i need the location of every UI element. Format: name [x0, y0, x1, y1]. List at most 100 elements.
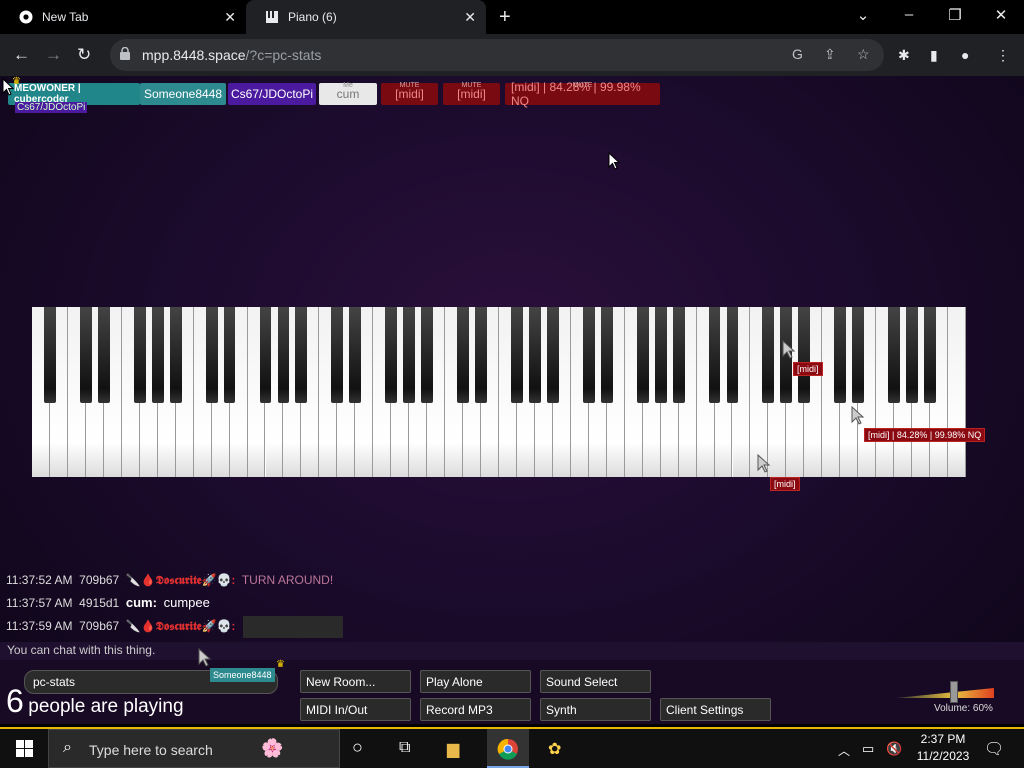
chat-message: 11:37:52 AM 709b67 🔪🩸𝕯𝖔𝖘𝖈𝖚𝖗𝖎𝖙𝖊🚀💀: TURN A…	[6, 573, 333, 588]
browser-toolbar: ← → ↻ mpp.8448.space/?c=pc-stats G ⇪ ☆ ✱…	[0, 34, 1024, 76]
piano-keyboard[interactable]	[32, 307, 966, 477]
windows-start-icon[interactable]	[16, 740, 33, 757]
black-key[interactable]	[331, 307, 344, 403]
bookmark-star-icon[interactable]: ☆	[857, 46, 870, 63]
address-bar[interactable]: mpp.8448.space/?c=pc-stats G ⇪ ☆	[110, 39, 884, 71]
black-key[interactable]	[798, 307, 811, 403]
reload-icon[interactable]: ↻	[77, 45, 91, 65]
forward-icon[interactable]: →	[45, 45, 62, 65]
user-someone8448[interactable]: Someone8448	[140, 83, 226, 105]
black-key[interactable]	[672, 307, 685, 403]
restore-icon[interactable]: ❐	[944, 6, 966, 24]
user-midi-1[interactable]: MUTE [midi]	[381, 82, 438, 105]
user-cum[interactable]: Me cum	[319, 82, 377, 105]
black-key[interactable]	[654, 307, 667, 403]
black-key[interactable]	[636, 307, 649, 403]
clock-time: 2:37 PM	[920, 732, 966, 746]
play-alone-button[interactable]: Play Alone	[420, 670, 531, 693]
app-bee-icon[interactable]: ✿	[548, 739, 561, 759]
black-key[interactable]	[97, 307, 110, 403]
user-name: [midi]	[457, 87, 486, 101]
search-placeholder: Type here to search	[89, 742, 213, 758]
mouse-cursor-icon	[608, 152, 620, 170]
black-key[interactable]	[403, 307, 416, 403]
black-key[interactable]	[349, 307, 362, 403]
black-key[interactable]	[295, 307, 308, 403]
tab-search-chevron-icon[interactable]: ⌄	[852, 6, 874, 24]
black-key[interactable]	[852, 307, 865, 403]
black-key[interactable]	[151, 307, 164, 403]
extensions-icon[interactable]: ✱	[898, 47, 910, 64]
white-key[interactable]	[948, 307, 966, 477]
chrome-taskbar-button[interactable]	[487, 729, 529, 768]
side-panel-icon[interactable]: ▮	[930, 47, 938, 64]
black-key[interactable]	[259, 307, 272, 403]
black-key[interactable]	[546, 307, 559, 403]
search-icon: ⌕	[63, 739, 72, 756]
minimize-icon[interactable]: –	[898, 6, 920, 23]
clock[interactable]: 2:37 PM 11/2/2023	[914, 732, 972, 763]
profile-icon[interactable]: ●	[961, 47, 969, 63]
tab-new-tab[interactable]: New Tab ✕	[0, 0, 246, 34]
black-key[interactable]	[475, 307, 487, 403]
people-text: people are playing	[28, 696, 184, 717]
file-explorer-icon[interactable]: ▆	[447, 739, 459, 759]
user-cs67[interactable]: Cs67/JDOctoPi	[228, 83, 316, 105]
client-settings-button[interactable]: Client Settings	[660, 698, 771, 721]
volume-knob[interactable]	[950, 681, 958, 703]
close-tab-icon[interactable]: ✕	[464, 9, 476, 26]
black-key[interactable]	[582, 307, 595, 403]
black-key[interactable]	[133, 307, 146, 403]
sound-select-button[interactable]: Sound Select	[540, 670, 651, 693]
close-tab-icon[interactable]: ✕	[224, 9, 236, 26]
midi-button[interactable]: MIDI In/Out	[300, 698, 411, 721]
new-tab-icon[interactable]: +	[499, 6, 511, 29]
piano-icon	[264, 9, 280, 25]
black-key[interactable]	[169, 307, 182, 403]
black-key[interactable]	[511, 307, 523, 403]
user-midi-3[interactable]: MUTE [midi] | 84.28% | 99.98% NQ	[505, 80, 660, 108]
black-key[interactable]	[906, 307, 919, 403]
black-key[interactable]	[528, 307, 541, 403]
black-key[interactable]	[223, 307, 236, 403]
notification-icon[interactable]: 🗨	[984, 739, 1004, 759]
new-room-button[interactable]: New Room...	[300, 670, 411, 693]
black-key[interactable]	[79, 307, 92, 403]
black-key[interactable]	[708, 307, 721, 403]
black-key[interactable]	[834, 307, 847, 403]
black-key[interactable]	[888, 307, 901, 403]
black-key[interactable]	[924, 307, 936, 403]
black-key[interactable]	[277, 307, 290, 403]
close-window-icon[interactable]: ✕	[990, 6, 1012, 24]
black-key[interactable]	[44, 307, 56, 403]
mute-tag: MUTE	[461, 82, 482, 89]
black-key[interactable]	[205, 307, 218, 403]
black-key[interactable]	[421, 307, 434, 403]
back-icon[interactable]: ←	[13, 45, 30, 65]
volume-ramp	[896, 688, 994, 698]
tab-piano[interactable]: Piano (6) ✕	[246, 0, 486, 34]
menu-kebab-icon[interactable]: ⋮	[996, 47, 1010, 64]
black-key[interactable]	[762, 307, 775, 403]
chat-message: 11:37:59 AM 709b67 🔪🩸𝕯𝖔𝖘𝖈𝖚𝖗𝖎𝖙𝖊🚀💀:	[6, 616, 343, 638]
tray-chevron-icon[interactable]: ︿	[838, 742, 850, 759]
volume-muted-icon[interactable]: 🔇	[886, 741, 902, 757]
taskbar-search-box[interactable]: ⌕ Type here to search 🌸	[48, 729, 340, 768]
chat-text: TURN AROUND!	[241, 573, 334, 587]
record-mp3-button[interactable]: Record MP3	[420, 698, 531, 721]
google-icon[interactable]: G	[792, 46, 803, 62]
chat-input[interactable]: You can chat with this thing.	[0, 642, 1024, 660]
volume-slider[interactable]	[896, 681, 994, 703]
black-key[interactable]	[457, 307, 469, 403]
black-key[interactable]	[600, 307, 613, 403]
chat-time: 11:37:57 AM	[6, 596, 73, 610]
cortana-icon[interactable]: ○	[352, 737, 363, 758]
user-midi-2[interactable]: MUTE [midi]	[443, 82, 500, 105]
black-key[interactable]	[726, 307, 739, 403]
share-icon[interactable]: ⇪	[824, 46, 836, 63]
task-view-icon[interactable]: ⧉	[399, 739, 410, 757]
network-icon[interactable]: ▭	[862, 741, 874, 757]
synth-button[interactable]: Synth	[540, 698, 651, 721]
black-key[interactable]	[385, 307, 398, 403]
chat-user-name: cum:	[125, 595, 157, 610]
